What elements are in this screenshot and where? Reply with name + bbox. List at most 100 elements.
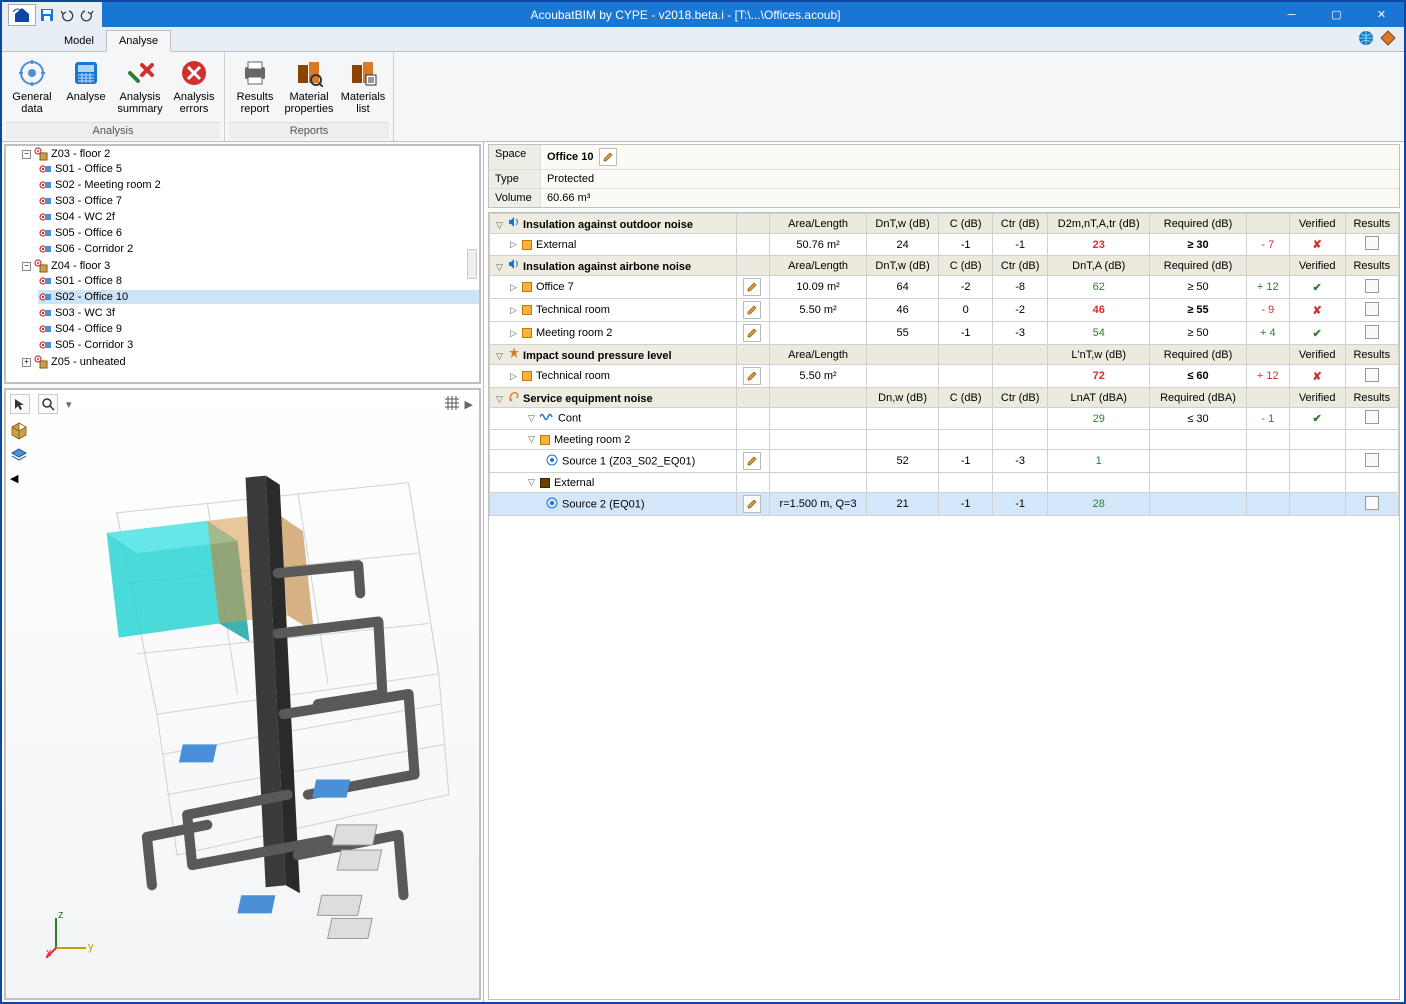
- analysis-errors-button[interactable]: Analysis errors: [168, 54, 220, 122]
- tree-space[interactable]: S05 - Office 6: [38, 226, 479, 240]
- undo-icon[interactable]: [58, 6, 76, 24]
- cell-value: -1: [992, 493, 1047, 516]
- tab-analyse[interactable]: Analyse: [106, 30, 171, 52]
- globe-icon[interactable]: [1358, 30, 1374, 49]
- tree-space[interactable]: S03 - Office 7: [38, 194, 479, 208]
- cell-value: -1: [939, 322, 993, 345]
- tab-model[interactable]: Model: [52, 31, 106, 51]
- section-title: Service equipment noise: [523, 393, 653, 405]
- tree-zone[interactable]: −Z03 - floor 2: [22, 147, 479, 161]
- edit-row-button[interactable]: [743, 452, 761, 470]
- analysis-summary-button[interactable]: Analysis summary: [114, 54, 166, 122]
- table-row[interactable]: ▷ Meeting room 255-1-354≥ 50+ 4✔: [490, 322, 1399, 345]
- cell-value: -3: [992, 450, 1047, 473]
- table-row[interactable]: ▷ External50.76 m²24-1-123≥ 30- 7✘: [490, 234, 1399, 256]
- table-row[interactable]: ▽ External: [490, 473, 1399, 493]
- edit-row-button[interactable]: [743, 324, 761, 342]
- app-logo[interactable]: [8, 4, 36, 26]
- material-properties-button[interactable]: Material properties: [283, 54, 335, 122]
- chevron-down-icon[interactable]: ▽: [496, 262, 503, 272]
- column-header: Results: [1345, 256, 1398, 276]
- section-title: Insulation against airbone noise: [523, 261, 691, 273]
- chevron-down-icon[interactable]: ▽: [496, 351, 503, 361]
- cell-value: 54: [1048, 322, 1150, 345]
- chevron-right-icon[interactable]: ▷: [510, 305, 517, 315]
- tree-space[interactable]: S01 - Office 5: [38, 162, 479, 176]
- results-doc-icon[interactable]: [1365, 279, 1379, 293]
- edit-row-button[interactable]: [743, 495, 761, 513]
- tree-toggle-icon[interactable]: +: [22, 358, 31, 367]
- table-row[interactable]: Source 1 (Z03_S02_EQ01)52-1-31: [490, 450, 1399, 473]
- tree-panel[interactable]: −Z03 - floor 2S01 - Office 5 S02 - Meetin…: [4, 144, 481, 384]
- tree-space[interactable]: S06 - Corridor 2: [38, 242, 479, 256]
- materials-list-button[interactable]: Materials list: [337, 54, 389, 122]
- chevron-down-icon[interactable]: ▽: [528, 413, 535, 423]
- table-row[interactable]: ▷ Office 710.09 m²64-2-862≥ 50+ 12✔: [490, 276, 1399, 299]
- save-icon[interactable]: [38, 6, 56, 24]
- tree-space[interactable]: S05 - Corridor 3: [38, 338, 479, 352]
- cell-value: + 12: [1246, 276, 1289, 299]
- edit-row-button[interactable]: [743, 367, 761, 385]
- edit-row-button[interactable]: [743, 278, 761, 296]
- analyse-button[interactable]: Analyse: [60, 54, 112, 122]
- space-icon: [38, 210, 52, 224]
- minimize-button[interactable]: ─: [1269, 2, 1314, 27]
- tree-space[interactable]: S03 - WC 3f: [38, 306, 479, 320]
- edit-space-button[interactable]: [599, 148, 617, 166]
- chevron-down-icon[interactable]: ▽: [496, 394, 503, 404]
- chevron-right-icon[interactable]: ▷: [510, 239, 517, 249]
- column-header: [770, 388, 867, 408]
- results-table[interactable]: ▽ Insulation against outdoor noiseArea/L…: [488, 212, 1400, 1000]
- tree-zone[interactable]: +Z05 - unheated: [22, 355, 479, 369]
- client-area: −Z03 - floor 2S01 - Office 5 S02 - Meetin…: [2, 142, 1404, 1002]
- table-row[interactable]: ▽ Meeting room 2: [490, 430, 1399, 450]
- tree-space[interactable]: S01 - Office 8: [38, 274, 479, 288]
- chevron-down-icon[interactable]: ▽: [528, 477, 535, 487]
- cell-value: [866, 430, 938, 450]
- cell-value: - 1: [1246, 408, 1289, 430]
- results-doc-icon[interactable]: [1365, 410, 1379, 424]
- table-row[interactable]: ▷ Technical room5.50 m²72≤ 60+ 12✘: [490, 365, 1399, 388]
- tree-zone[interactable]: −Z04 - floor 3: [22, 259, 479, 273]
- cell-value: [1048, 473, 1150, 493]
- tree-space[interactable]: S04 - WC 2f: [38, 210, 479, 224]
- results-doc-icon[interactable]: [1365, 368, 1379, 382]
- results-doc-icon[interactable]: [1365, 236, 1379, 250]
- cell-value: 23: [1048, 234, 1150, 256]
- cell-value: 64: [866, 276, 938, 299]
- chevron-down-icon[interactable]: ▽: [528, 434, 535, 444]
- results-doc-icon[interactable]: [1365, 325, 1379, 339]
- results-doc-icon[interactable]: [1365, 302, 1379, 316]
- table-row[interactable]: Source 2 (EQ01)r=1.500 m, Q=321-1-128: [490, 493, 1399, 516]
- cell-value: 5.50 m²: [770, 365, 867, 388]
- tree-space[interactable]: S02 - Meeting room 2: [38, 178, 479, 192]
- chevron-right-icon[interactable]: ▷: [510, 371, 517, 381]
- type-label: Type: [489, 170, 541, 188]
- tree-space[interactable]: S02 - Office 10: [38, 290, 479, 304]
- results-doc-icon[interactable]: [1365, 496, 1379, 510]
- tree-toggle-icon[interactable]: −: [22, 150, 31, 159]
- space-icon: [38, 178, 52, 192]
- table-row[interactable]: ▽ Cont29≤ 30- 1✔: [490, 408, 1399, 430]
- maximize-button[interactable]: ▢: [1314, 2, 1359, 27]
- diamond-icon[interactable]: [1380, 30, 1396, 49]
- tree-space[interactable]: S04 - Office 9: [38, 322, 479, 336]
- cell-value: [939, 473, 993, 493]
- results-doc-icon[interactable]: [1365, 453, 1379, 467]
- splitter-handle[interactable]: [467, 249, 477, 279]
- tree-toggle-icon[interactable]: −: [22, 262, 31, 271]
- chevron-down-icon[interactable]: ▽: [496, 220, 503, 230]
- chevron-right-icon[interactable]: ▷: [510, 282, 517, 292]
- general-data-button[interactable]: General data: [6, 54, 58, 122]
- redo-icon[interactable]: [78, 6, 96, 24]
- 3d-viewport[interactable]: ▾ ◀ ▶ z y x: [4, 388, 481, 1000]
- edit-row-button[interactable]: [743, 301, 761, 319]
- table-row[interactable]: ▷ Technical room5.50 m²460-246≥ 55- 9✘: [490, 299, 1399, 322]
- close-button[interactable]: ✕: [1359, 2, 1404, 27]
- results-report-button[interactable]: Results report: [229, 54, 281, 122]
- row-label: Source 2 (EQ01): [562, 498, 645, 510]
- chevron-right-icon[interactable]: ▷: [510, 328, 517, 338]
- column-header: [1246, 256, 1289, 276]
- ribbon-group-reports: Results report Material properties Mater…: [225, 52, 394, 141]
- cell-value: [1150, 430, 1247, 450]
